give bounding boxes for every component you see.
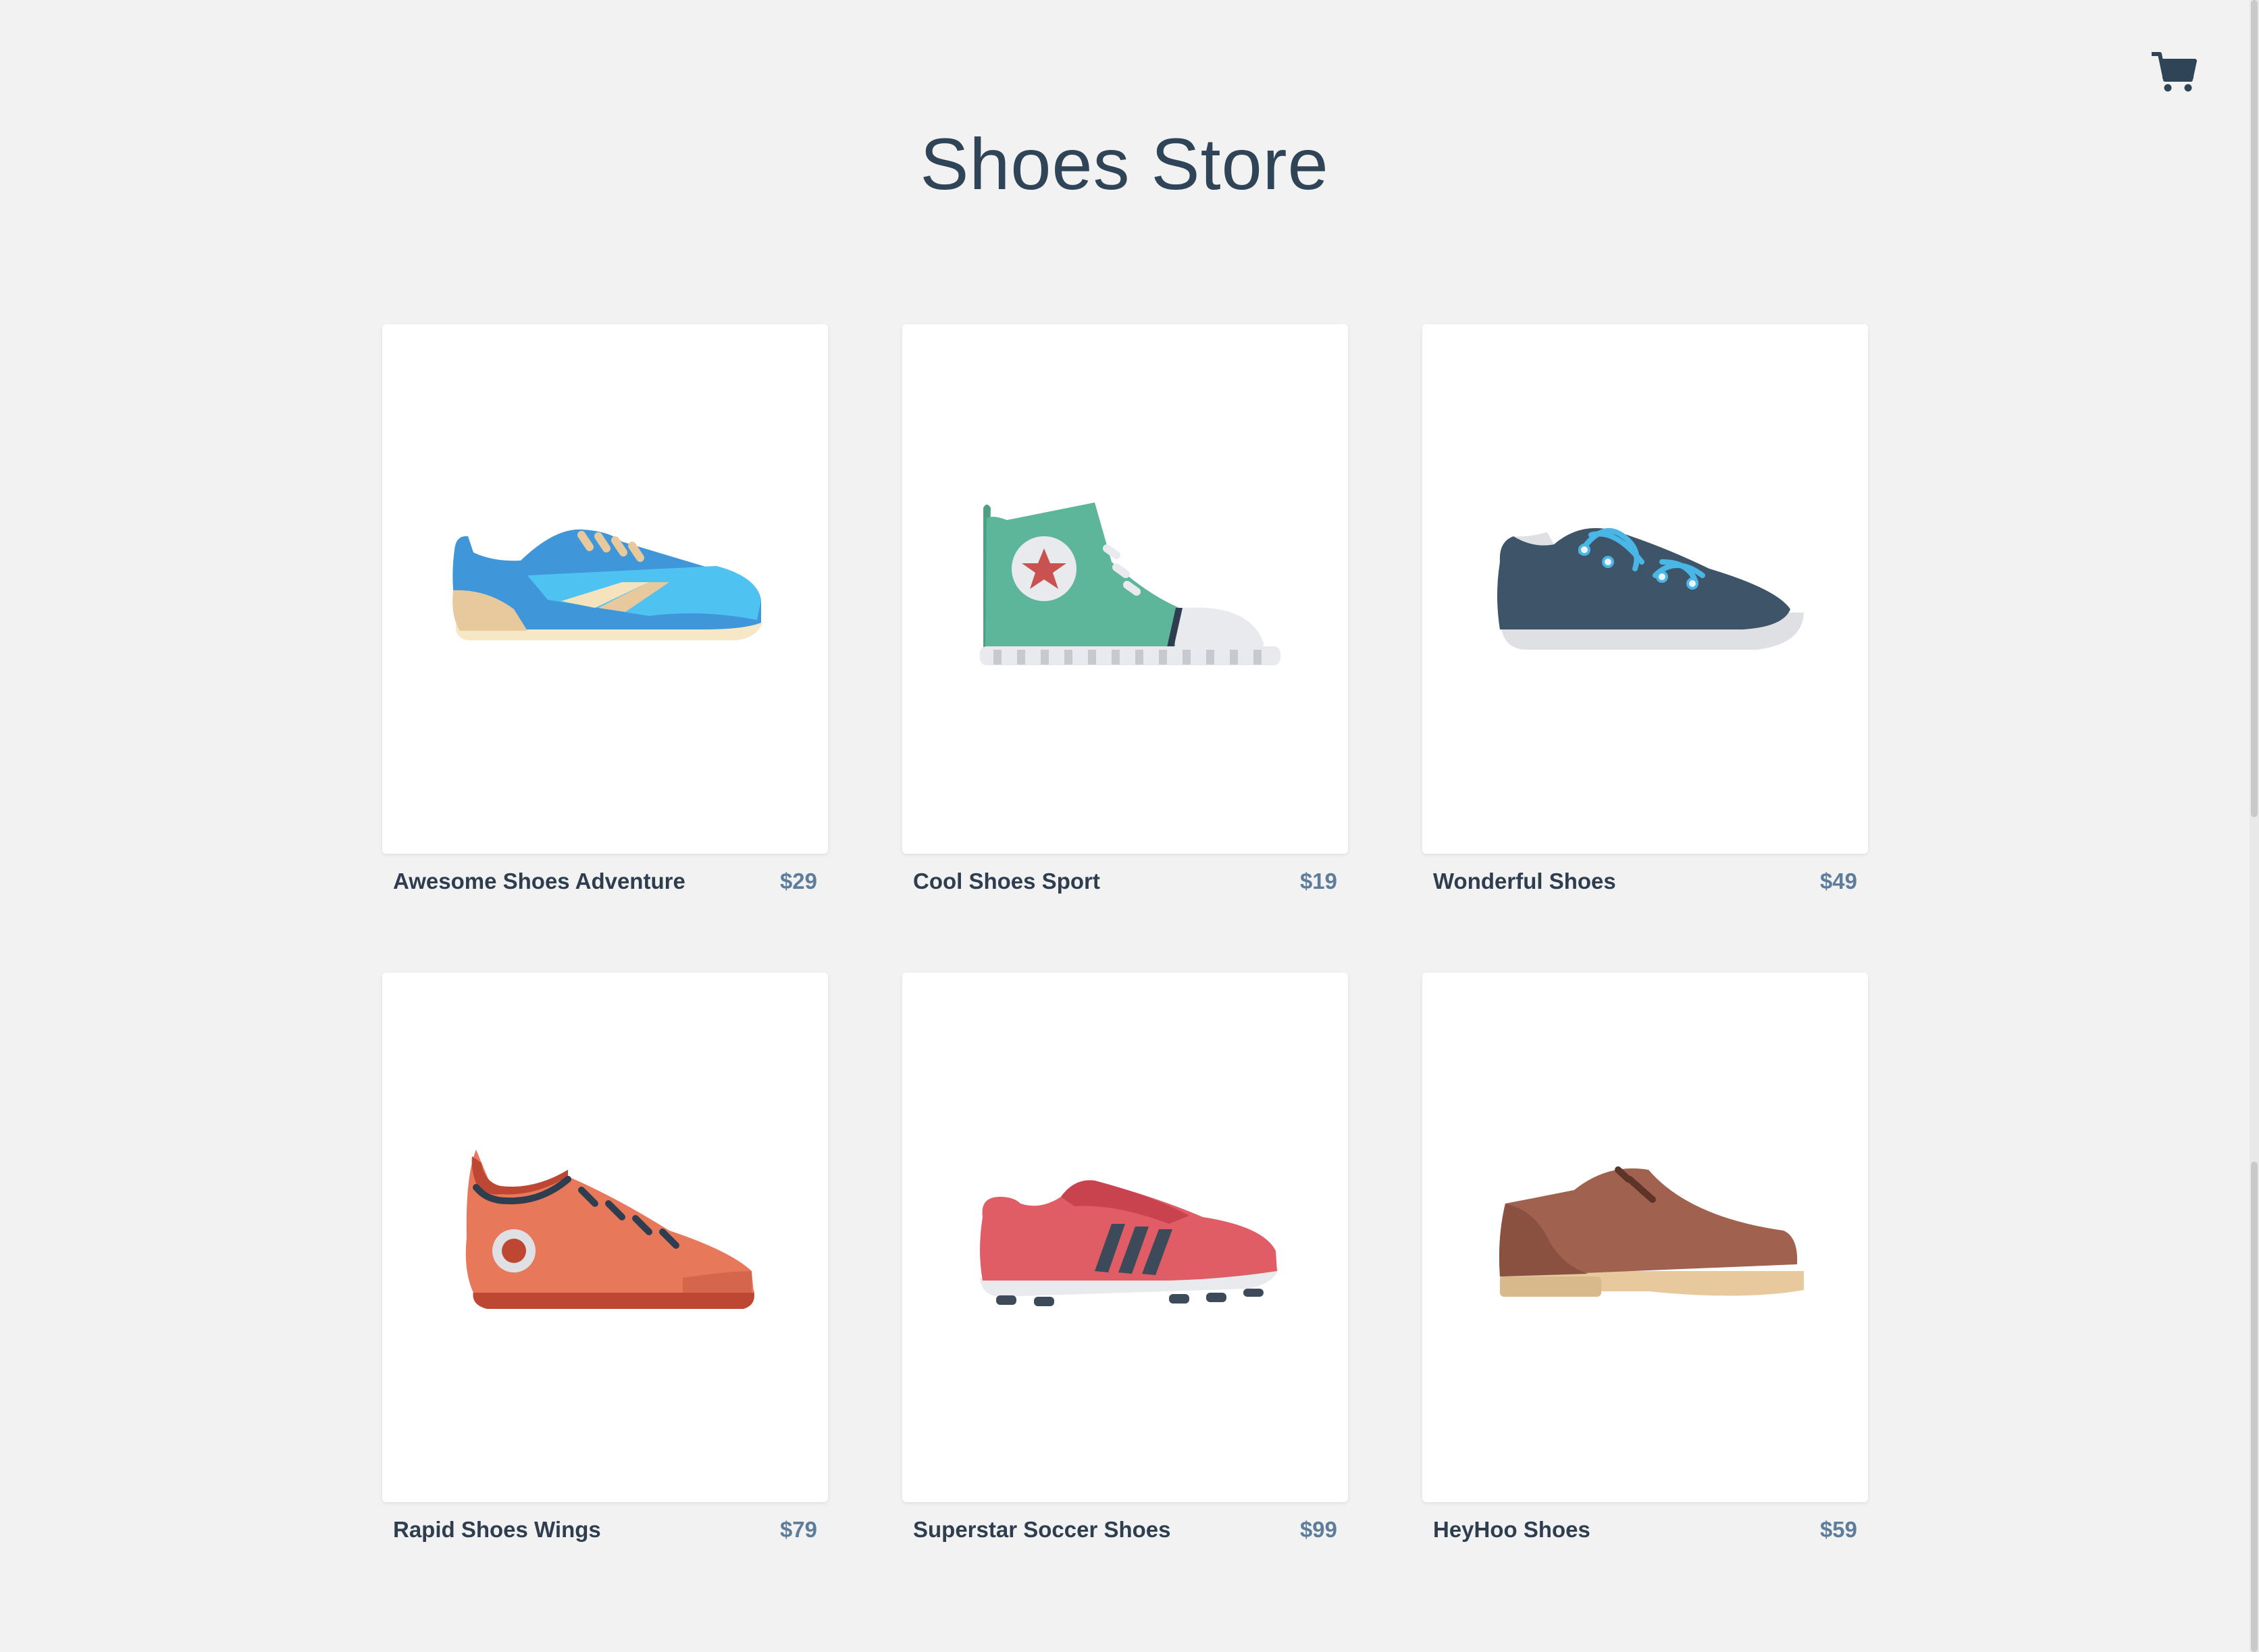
red-soccer-cleat-icon (980, 1180, 1278, 1306)
product-card[interactable]: Awesome Shoes Adventure $29 (382, 324, 828, 894)
product-price: $49 (1819, 869, 1857, 894)
store-page: Shoes Store Awesome Shoes Adventure $29 … (0, 0, 2259, 1652)
product-name[interactable]: Rapid Shoes Wings (393, 1517, 601, 1543)
navy-sneaker-icon (1497, 527, 1804, 650)
product-price: $79 (779, 1517, 817, 1542)
scrollbar[interactable] (2250, 0, 2259, 1652)
orange-sneaker-icon (465, 1150, 754, 1309)
product-name[interactable]: Cool Shoes Sport (913, 869, 1100, 894)
product-image[interactable] (902, 973, 1348, 1502)
product-card[interactable]: Rapid Shoes Wings $79 (382, 973, 828, 1543)
product-image[interactable] (382, 324, 828, 854)
product-meta: Wonderful Shoes $49 (1422, 869, 1868, 894)
product-card[interactable]: Cool Shoes Sport $19 (902, 324, 1348, 894)
shopping-cart-icon[interactable] (2150, 49, 2198, 96)
product-price: $59 (1819, 1517, 1857, 1542)
product-meta: Rapid Shoes Wings $79 (382, 1517, 828, 1543)
product-image[interactable] (1422, 973, 1868, 1502)
product-name[interactable]: Superstar Soccer Shoes (913, 1517, 1171, 1543)
product-price: $99 (1299, 1517, 1337, 1542)
product-meta: Superstar Soccer Shoes $99 (902, 1517, 1348, 1543)
blue-sneaker-icon (452, 529, 762, 640)
product-card[interactable]: Wonderful Shoes $49 (1422, 324, 1868, 894)
product-image[interactable] (1422, 324, 1868, 854)
product-meta: Cool Shoes Sport $19 (902, 869, 1348, 894)
brown-oxford-icon (1499, 1166, 1804, 1297)
scrollbar-thumb[interactable] (2251, 0, 2258, 817)
product-image[interactable] (902, 324, 1348, 854)
page-title: Shoes Store (920, 123, 1329, 205)
product-name[interactable]: Awesome Shoes Adventure (393, 869, 685, 894)
product-price: $29 (779, 869, 817, 894)
product-card[interactable]: HeyHoo Shoes $59 (1422, 973, 1868, 1543)
product-price: $19 (1299, 869, 1337, 894)
green-hightop-icon (980, 502, 1280, 665)
product-image[interactable] (382, 973, 828, 1502)
product-name[interactable]: HeyHoo Shoes (1433, 1517, 1590, 1543)
scrollbar-thumb-lower[interactable] (2251, 1162, 2258, 1652)
product-meta: Awesome Shoes Adventure $29 (382, 869, 828, 894)
product-meta: HeyHoo Shoes $59 (1422, 1517, 1868, 1543)
product-card[interactable]: Superstar Soccer Shoes $99 (902, 973, 1348, 1543)
product-name[interactable]: Wonderful Shoes (1433, 869, 1616, 894)
